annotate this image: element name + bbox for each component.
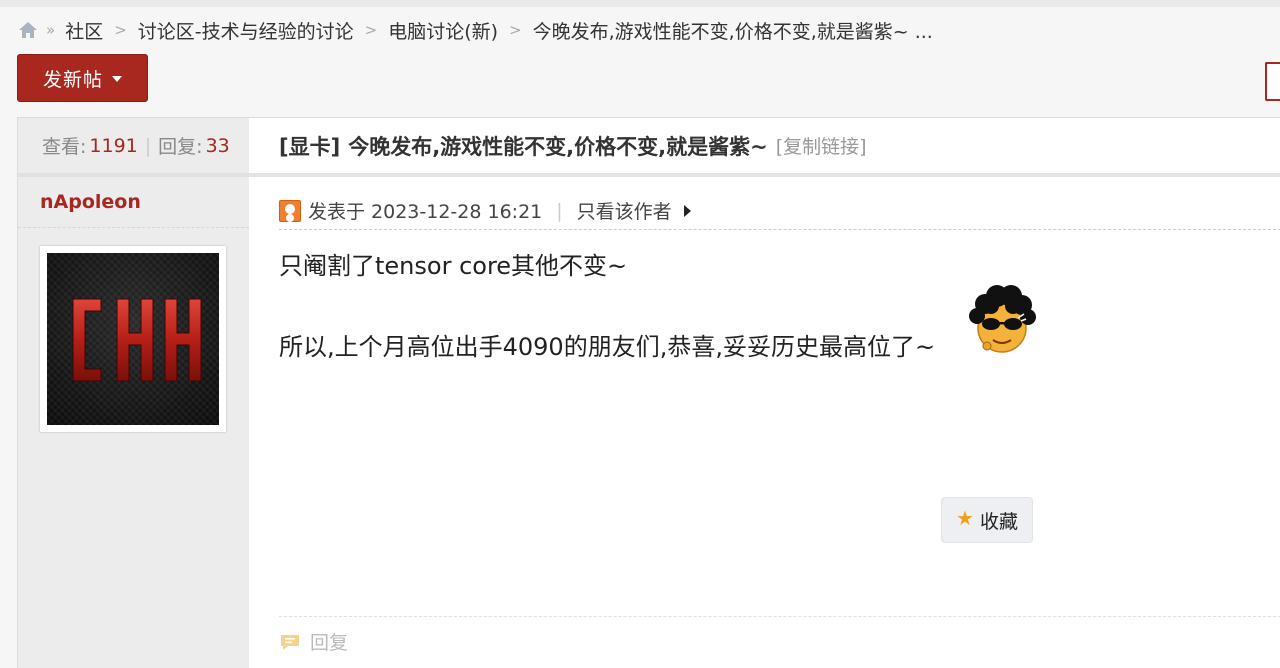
post-body-line: 所以,上个月高位出手4090的朋友们,恭喜,妥妥历史最高位了~ <box>279 333 936 361</box>
cool-sunglasses-emoji-icon <box>969 285 1036 353</box>
replies-label: 回复: <box>158 136 203 158</box>
new-post-button[interactable]: 发新帖 <box>17 54 148 102</box>
favorite-button[interactable]: ★ 收藏 <box>941 497 1033 543</box>
avatar-image <box>47 253 219 425</box>
post-body-line: 只阉割了tensor core其他不变~ <box>279 252 628 280</box>
replies-count: 33 <box>205 134 230 157</box>
views-count: 1191 <box>89 134 138 157</box>
avatar[interactable] <box>40 246 226 432</box>
thread-stats: 查看: 1191 | 回复: 33 <box>18 118 249 177</box>
breadcrumb-separator-icon: > <box>509 21 522 39</box>
home-icon[interactable] <box>18 20 38 40</box>
copy-link-button[interactable]: [复制链接] <box>776 132 867 159</box>
reply-button-partial[interactable] <box>1265 62 1280 101</box>
author-sidebar: 查看: 1191 | 回复: 33 nApoleon <box>18 118 249 668</box>
breadcrumb-item-computer[interactable]: 电脑讨论(新) <box>388 17 498 44</box>
breadcrumb: » 社区 > 讨论区-技术与经验的讨论 > 电脑讨论(新) > 今晚发布,游戏性… <box>18 16 933 44</box>
breadcrumb-separator-icon: » <box>46 21 56 39</box>
breadcrumb-item-discussion[interactable]: 讨论区-技术与经验的讨论 <box>138 17 354 44</box>
breadcrumb-item-community[interactable]: 社区 <box>65 17 103 44</box>
only-author-link[interactable]: 只看该作者 <box>577 197 672 224</box>
thread-container: 查看: 1191 | 回复: 33 nApoleon [显卡] 今晚发布,游戏性… <box>17 117 1280 668</box>
breadcrumb-separator-icon: > <box>114 21 127 39</box>
post-actions: 回复 <box>279 616 1280 666</box>
star-icon: ★ <box>956 506 974 530</box>
chh-logo-icon <box>72 298 202 382</box>
new-post-label: 发新帖 <box>42 68 103 91</box>
breadcrumb-item-current-thread[interactable]: 今晚发布,游戏性能不变,价格不变,就是酱紫~ ... <box>533 17 933 44</box>
thread-title: 今晚发布,游戏性能不变,价格不变,就是酱紫~ <box>348 134 768 159</box>
caret-down-icon <box>112 76 122 82</box>
meta-divider: | <box>556 199 563 222</box>
author-name[interactable]: nApoleon <box>18 177 249 228</box>
post-body: 只阉割了tensor core其他不变~ 所以,上个月高位出手4090的朋友们,… <box>279 246 935 367</box>
post-main: [显卡] 今晚发布,游戏性能不变,价格不变,就是酱紫~ [复制链接] 发表于 2… <box>249 118 1280 668</box>
thread-tag[interactable]: [显卡] <box>279 131 340 161</box>
stats-divider: | <box>144 134 152 157</box>
views-label: 查看: <box>42 136 87 158</box>
top-bar <box>0 0 1280 7</box>
post-meta: 发表于 2023-12-28 16:21 | 只看该作者 <box>279 192 1280 230</box>
online-status-icon <box>279 199 301 222</box>
triangle-right-icon[interactable] <box>683 204 691 217</box>
reply-bubble-icon[interactable] <box>279 633 301 651</box>
breadcrumb-separator-icon: > <box>364 21 378 39</box>
thread-title-row: [显卡] 今晚发布,游戏性能不变,价格不变,就是酱紫~ [复制链接] <box>249 118 1280 177</box>
reply-link[interactable]: 回复 <box>310 628 348 655</box>
favorite-label: 收藏 <box>979 510 1018 533</box>
post-timestamp: 发表于 2023-12-28 16:21 <box>308 201 543 223</box>
